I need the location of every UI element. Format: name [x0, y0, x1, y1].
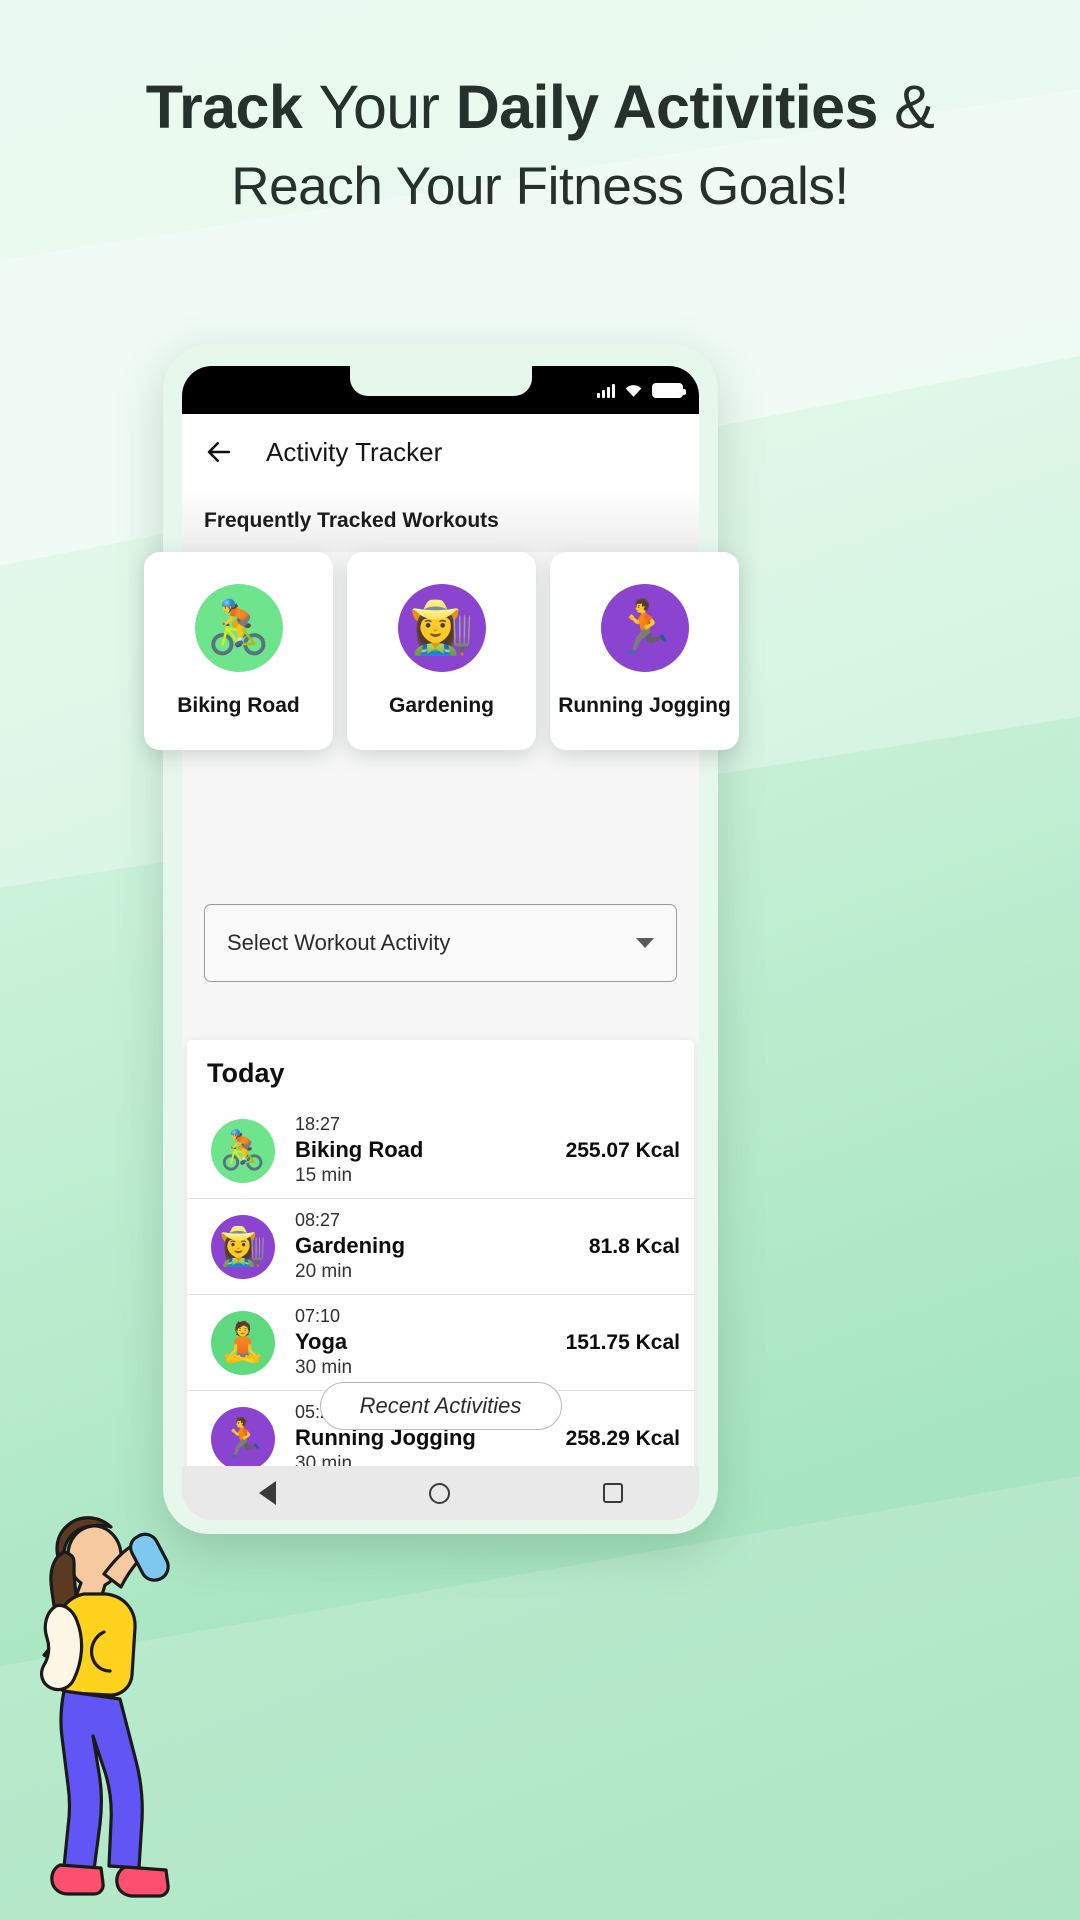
- activity-row[interactable]: 🚴 18:27 Biking Road 15 min 255.07 Kcal: [187, 1103, 694, 1198]
- activity-calories: 255.07 Kcal: [565, 1138, 680, 1162]
- activity-row[interactable]: 👩‍🌾 08:27 Gardening 20 min 81.8 Kcal: [187, 1198, 694, 1294]
- chevron-down-icon: [636, 938, 654, 948]
- gardening-icon: 👩‍🌾: [397, 584, 486, 672]
- phone-notch: [349, 366, 532, 396]
- headline-word-your: Your: [318, 73, 456, 141]
- workout-card-label: Biking Road: [177, 694, 300, 717]
- activity-name: Biking Road: [295, 1137, 424, 1162]
- nav-back-triangle-icon[interactable]: [258, 1481, 276, 1505]
- frequent-workout-carousel[interactable]: 🚴 Biking Road 👩‍🌾 Gardening 🏃 Running Jogging: [144, 552, 739, 750]
- phone-mockup: Activity Tracker Frequently Tracked Work…: [144, 344, 739, 1534]
- activity-time: 07:10: [295, 1306, 341, 1326]
- workout-card[interactable]: 🚴 Biking Road: [144, 552, 333, 750]
- activity-calories: 258.29 Kcal: [565, 1426, 680, 1450]
- today-heading: Today: [207, 1058, 285, 1088]
- nav-recents-square-icon[interactable]: [602, 1483, 623, 1503]
- status-bar: [182, 366, 699, 414]
- activity-details: 07:10 Yoga 30 min: [295, 1306, 546, 1379]
- battery-full-icon: [652, 382, 686, 398]
- cyclist-icon: 🚴: [194, 584, 283, 672]
- yoga-icon: 🧘: [211, 1310, 275, 1375]
- activity-duration: 30 min: [295, 1357, 353, 1378]
- select-workout-activity-value: Select Workout Activity: [227, 930, 451, 955]
- recent-activities-button[interactable]: Recent Activities: [319, 1382, 562, 1430]
- workout-card-label: Gardening: [388, 694, 494, 717]
- workout-card[interactable]: 👩‍🌾 Gardening: [347, 552, 536, 750]
- activity-row[interactable]: 🧘 07:10 Yoga 30 min 151.75 Kcal: [187, 1294, 694, 1390]
- nav-home-circle-icon[interactable]: [428, 1482, 450, 1504]
- page-title: Activity Tracker: [266, 436, 443, 467]
- back-arrow-icon[interactable]: [204, 437, 234, 467]
- woman-drinking-water-illustration: [0, 1490, 215, 1920]
- runner-icon: 🏃: [211, 1406, 275, 1471]
- activity-calories: 81.8 Kcal: [588, 1234, 680, 1258]
- headline-line-2: Reach Your Fitness Goals!: [231, 157, 849, 217]
- activity-duration: 15 min: [295, 1165, 353, 1186]
- activity-name: Gardening: [295, 1233, 406, 1258]
- activity-time: 08:27: [295, 1210, 341, 1230]
- activity-details: 18:27 Biking Road 15 min: [295, 1114, 546, 1187]
- wifi-icon: [624, 383, 643, 398]
- app-bar: Activity Tracker: [182, 414, 699, 490]
- android-navigation-bar: [182, 1466, 699, 1520]
- headline-word-ampersand: &: [894, 73, 935, 141]
- workout-card-label: Running Jogging: [558, 694, 731, 717]
- recent-activities-label: Recent Activities: [359, 1393, 522, 1418]
- promo-headline: Track Your Daily Activities & Reach Your…: [0, 70, 1080, 220]
- status-bar-icons: [597, 382, 686, 398]
- frequent-workouts-label: Frequently Tracked Workouts: [182, 490, 699, 552]
- headline-word-daily-activities: Daily Activities: [455, 73, 895, 141]
- select-workout-activity-dropdown[interactable]: Select Workout Activity: [204, 904, 677, 982]
- phone-screen: Activity Tracker Frequently Tracked Work…: [182, 366, 699, 1520]
- workout-card[interactable]: 🏃 Running Jogging: [550, 552, 739, 750]
- headline-line-1: Track Your Daily Activities &: [0, 70, 1080, 144]
- activity-name: Yoga: [295, 1329, 348, 1354]
- workout-select-wrapper: Select Workout Activity: [204, 904, 677, 982]
- headline-word-track: Track: [145, 73, 319, 141]
- activity-calories: 151.75 Kcal: [565, 1330, 680, 1354]
- activity-duration: 20 min: [295, 1261, 353, 1282]
- activity-time: 18:27: [295, 1114, 341, 1134]
- activity-details: 08:27 Gardening 20 min: [295, 1210, 569, 1283]
- gardening-icon: 👩‍🌾: [211, 1214, 275, 1279]
- cyclist-icon: 🚴: [211, 1118, 275, 1183]
- signal-bars-icon: [597, 383, 615, 398]
- runner-icon: 🏃: [600, 584, 689, 672]
